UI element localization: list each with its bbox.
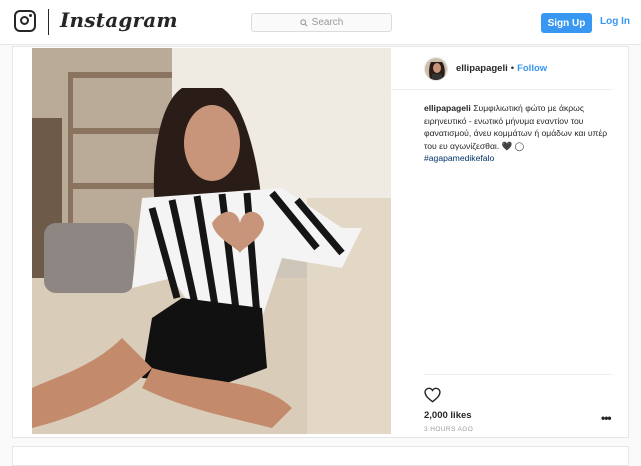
log-in-link[interactable]: Log In: [600, 16, 630, 27]
likes-count[interactable]: 2,000 likes: [424, 410, 472, 421]
top-navigation-bar: Instagram Search Sign Up Log In: [0, 0, 641, 45]
logo-divider: [48, 9, 49, 35]
post-photo[interactable]: [32, 48, 391, 434]
caption-hashtag[interactable]: #agapamedikefalo: [424, 152, 609, 165]
post-actions: [424, 374, 613, 403]
sign-up-button[interactable]: Sign Up: [541, 13, 592, 33]
post-caption: ellipapageli Συμφιλιωτική φώτο με άκρως …: [424, 102, 609, 165]
post-username[interactable]: ellipapageli: [456, 63, 508, 74]
search-input[interactable]: Search: [251, 13, 392, 32]
post-card: ellipapageli • Follow ellipapageli Συμφι…: [12, 46, 629, 438]
separator-dot: •: [510, 63, 515, 74]
caption-username[interactable]: ellipapageli: [424, 103, 471, 113]
search-icon: [299, 18, 308, 27]
avatar[interactable]: [424, 56, 448, 81]
instagram-wordmark[interactable]: Instagram: [60, 8, 178, 32]
next-post-card: [12, 446, 629, 466]
follow-button[interactable]: Follow: [517, 63, 547, 74]
post-timestamp: 3 HOURS AGO: [424, 426, 474, 433]
search-placeholder: Search: [311, 17, 344, 28]
instagram-logo-icon[interactable]: [14, 10, 36, 32]
post-header: ellipapageli • Follow: [391, 48, 613, 90]
post-sidebar: ellipapageli • Follow ellipapageli Συμφι…: [391, 48, 613, 434]
more-options-icon[interactable]: •••: [601, 411, 612, 425]
heart-icon[interactable]: [424, 387, 441, 403]
